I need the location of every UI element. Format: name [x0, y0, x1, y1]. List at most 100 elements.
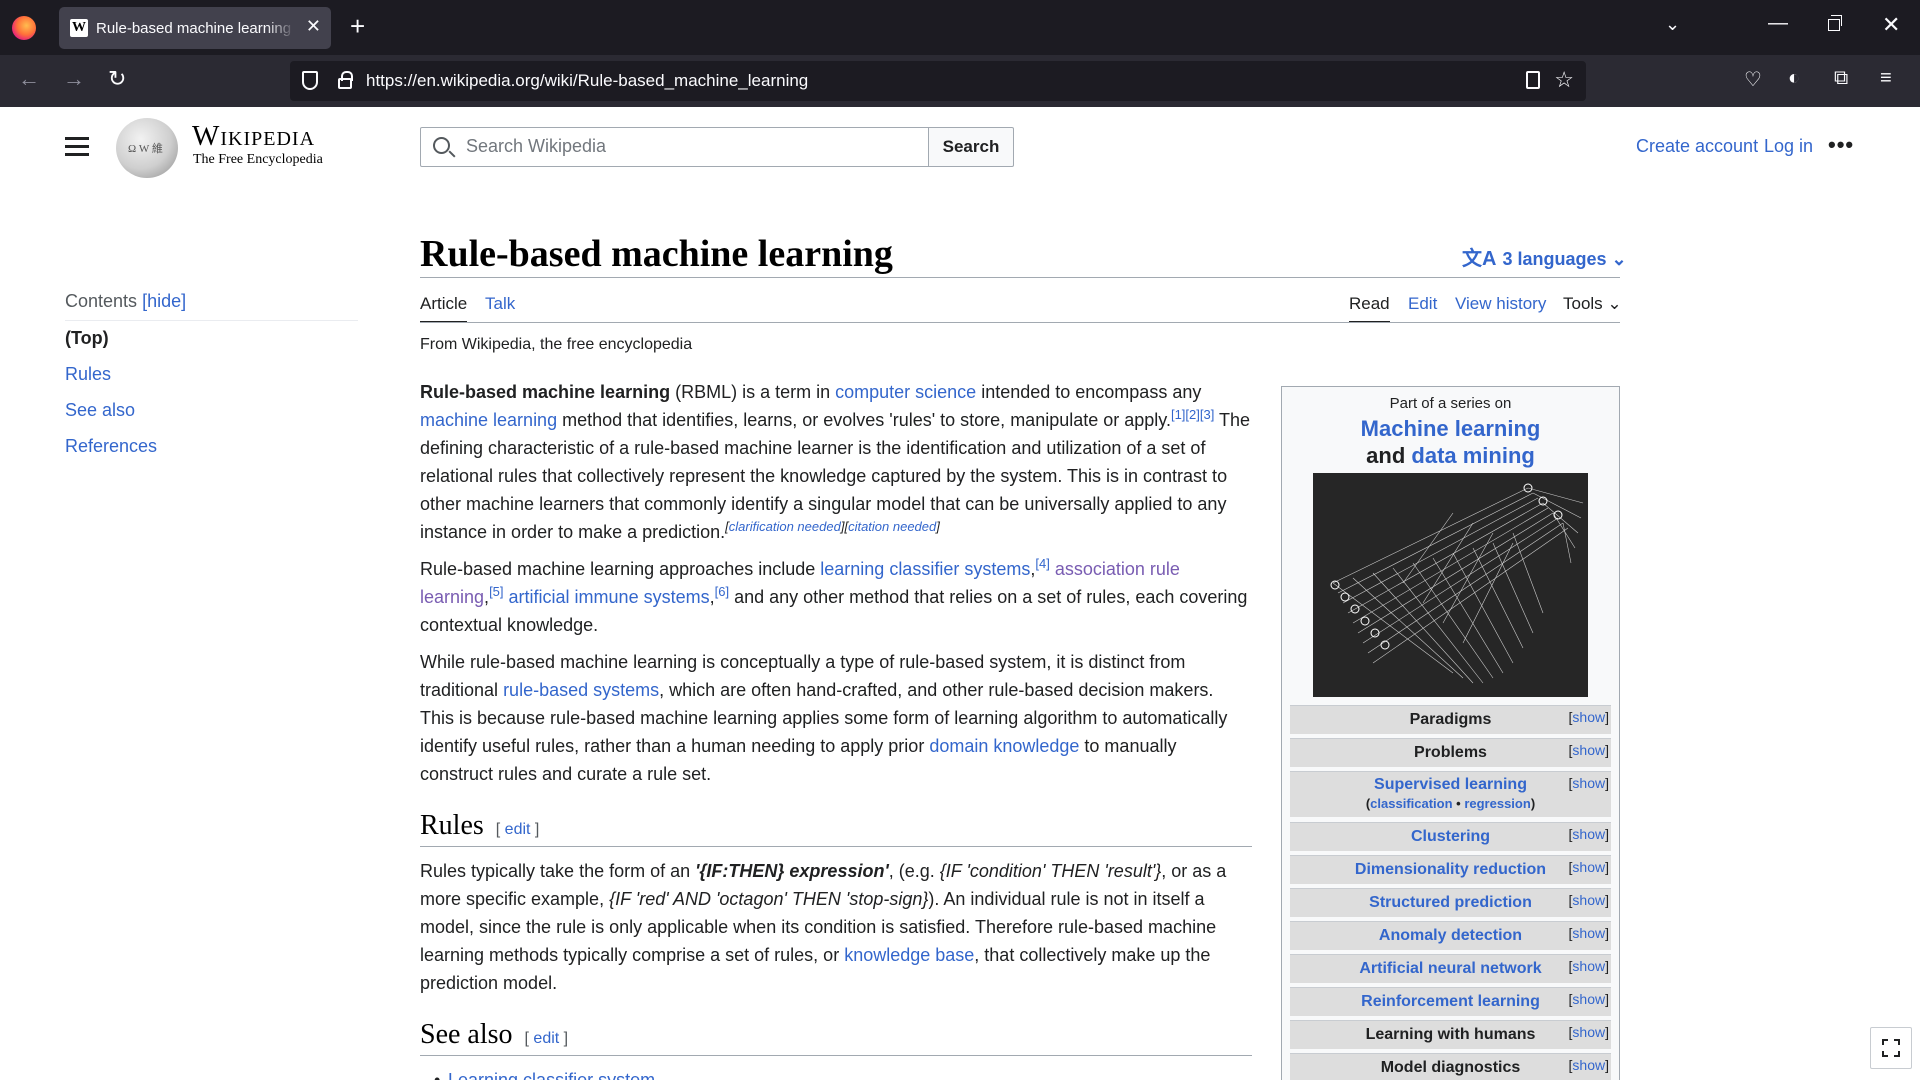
reference-link[interactable]: [4] [1035, 556, 1049, 571]
link-domain-knowledge[interactable]: domain knowledge [929, 736, 1079, 756]
link-machine-learning-series[interactable]: Machine learning [1361, 416, 1541, 441]
show-link[interactable]: show [1572, 742, 1605, 758]
show-link[interactable]: show [1572, 991, 1605, 1007]
infobox-row-model-diagnostics[interactable]: Model diagnostics [show] [1290, 1053, 1611, 1080]
show-toggle: [show] [1568, 958, 1609, 974]
fullscreen-icon[interactable] [1870, 1027, 1912, 1069]
tab-read[interactable]: Read [1349, 294, 1390, 323]
infobox-row-reinforcement-learning[interactable]: Reinforcement learning [show] [1290, 987, 1611, 1016]
row-label-link[interactable]: Structured prediction [1369, 894, 1532, 911]
toc-item-rules[interactable]: Rules [65, 364, 111, 385]
login-link[interactable]: Log in [1764, 136, 1813, 157]
pocket-icon[interactable]: ♡ [1744, 67, 1762, 92]
heading-text: See also [420, 1019, 513, 1050]
url-text[interactable]: https://en.wikipedia.org/wiki/Rule-based… [366, 71, 808, 91]
link-classification[interactable]: classification [1370, 796, 1452, 811]
browser-tab[interactable]: W Rule-based machine learning - Wikipedi… [59, 7, 331, 49]
link-machine-learning[interactable]: machine learning [420, 410, 557, 430]
link-learning-classifier-systems[interactable]: learning classifier systems [820, 559, 1030, 579]
tab-article[interactable]: Article [420, 294, 468, 323]
link-artificial-immune-systems[interactable]: artificial immune systems [509, 587, 710, 607]
minimize-icon[interactable]: — [1768, 12, 1788, 35]
forward-icon[interactable]: → [63, 66, 85, 92]
infobox-row-structured-prediction[interactable]: Structured prediction [show] [1290, 888, 1611, 917]
neural-network-image[interactable] [1313, 473, 1588, 697]
row-label-link[interactable]: Artificial neural network [1359, 960, 1541, 977]
window-close-icon[interactable]: ✕ [1882, 12, 1900, 38]
search-box[interactable] [420, 127, 929, 167]
reference-link[interactable]: [5] [489, 584, 503, 599]
toc-hide-link[interactable]: [hide] [142, 291, 186, 311]
infobox-row-supervised-learning[interactable]: Supervised learning (classification • re… [1290, 771, 1611, 817]
language-button[interactable]: 文A 3 languages ⌄ [1462, 242, 1627, 271]
toc-item-see-also[interactable]: See also [65, 400, 135, 421]
firefox-logo-icon[interactable] [12, 16, 36, 40]
bookmark-star-icon[interactable]: ☆ [1554, 67, 1574, 93]
more-options-icon[interactable]: ••• [1828, 132, 1854, 158]
clarification-needed-link[interactable]: clarification needed [729, 519, 841, 534]
shield-icon[interactable] [302, 71, 318, 90]
edit-link-see-also[interactable]: edit [533, 1030, 559, 1047]
infobox-row-paradigms[interactable]: Paradigms [show] [1290, 705, 1611, 734]
show-link[interactable]: show [1572, 859, 1605, 875]
reader-view-icon[interactable] [1526, 71, 1540, 89]
link-rule-based-systems[interactable]: rule-based systems [503, 680, 659, 700]
row-label-link[interactable]: Clustering [1411, 828, 1490, 845]
toc-item-top[interactable]: (Top) [65, 328, 109, 349]
tab-talk[interactable]: Talk [485, 294, 515, 314]
row-label-link[interactable]: Dimensionality reduction [1355, 861, 1546, 878]
row-label-link[interactable]: Anomaly detection [1379, 927, 1522, 944]
infobox-row-dimensionality-reduction[interactable]: Dimensionality reduction [show] [1290, 855, 1611, 884]
show-link[interactable]: show [1572, 958, 1605, 974]
reference-link[interactable]: [6] [715, 584, 729, 599]
show-link[interactable]: show [1572, 892, 1605, 908]
tools-menu[interactable]: Tools ⌄ [1563, 294, 1622, 314]
show-link[interactable]: show [1572, 925, 1605, 941]
account-icon[interactable]: ◐ [1788, 67, 1800, 90]
menu-icon[interactable]: ≡ [1880, 67, 1892, 90]
edit-link-rules[interactable]: edit [505, 821, 531, 838]
row-label-link[interactable]: Reinforcement learning [1361, 993, 1540, 1010]
back-icon[interactable]: ← [18, 66, 40, 92]
row-label-link[interactable]: Supervised learning [1374, 776, 1527, 793]
show-toggle: [show] [1568, 742, 1609, 758]
new-tab-icon[interactable]: + [350, 12, 365, 40]
tab-edit[interactable]: Edit [1408, 294, 1437, 314]
lock-icon[interactable] [338, 71, 353, 89]
citation-needed-link[interactable]: citation needed [848, 519, 936, 534]
infobox-row-clustering[interactable]: Clustering [show] [1290, 822, 1611, 851]
infobox-row-artificial-neural-network[interactable]: Artificial neural network [show] [1290, 954, 1611, 983]
reload-icon[interactable]: ↻ [108, 66, 126, 92]
close-tab-icon[interactable]: ✕ [306, 16, 321, 37]
show-toggle: [show] [1568, 775, 1609, 791]
wikipedia-globe-logo[interactable] [116, 118, 178, 178]
language-icon: 文A [1462, 248, 1497, 270]
infobox-row-anomaly-detection[interactable]: Anomaly detection [show] [1290, 921, 1611, 950]
paragraph-intro: Rule-based machine learning (RBML) is a … [420, 382, 1251, 542]
show-link[interactable]: show [1572, 709, 1605, 725]
link-regression[interactable]: regression [1464, 796, 1530, 811]
search-button[interactable]: Search [928, 127, 1014, 167]
link-knowledge-base[interactable]: knowledge base [844, 945, 974, 965]
reference-links[interactable]: [1][2][3] [1171, 407, 1214, 422]
link-data-mining[interactable]: data mining [1411, 443, 1534, 468]
show-link[interactable]: show [1572, 826, 1605, 842]
link-computer-science[interactable]: computer science [835, 382, 976, 402]
show-toggle: [show] [1568, 859, 1609, 875]
toc-item-references[interactable]: References [65, 436, 157, 457]
wikipedia-wordmark[interactable]: Wikipedia [192, 120, 315, 153]
show-link[interactable]: show [1572, 1057, 1605, 1073]
search-input[interactable] [466, 136, 906, 157]
extensions-icon[interactable]: ⧉ [1834, 67, 1848, 90]
infobox-row-learning-with-humans[interactable]: Learning with humans [show] [1290, 1020, 1611, 1049]
chevron-down-icon[interactable]: ⌄ [1665, 14, 1680, 35]
url-bar[interactable]: https://en.wikipedia.org/wiki/Rule-based… [290, 61, 1586, 101]
restore-icon[interactable] [1828, 15, 1842, 31]
create-account-link[interactable]: Create account [1636, 136, 1758, 157]
infobox-row-problems[interactable]: Problems [show] [1290, 738, 1611, 767]
show-link[interactable]: show [1572, 1024, 1605, 1040]
tab-view-history[interactable]: View history [1455, 294, 1546, 314]
link-learning-classifier-system[interactable]: Learning classifier system [448, 1070, 655, 1080]
main-menu-icon[interactable] [65, 137, 89, 157]
show-link[interactable]: show [1572, 775, 1605, 791]
